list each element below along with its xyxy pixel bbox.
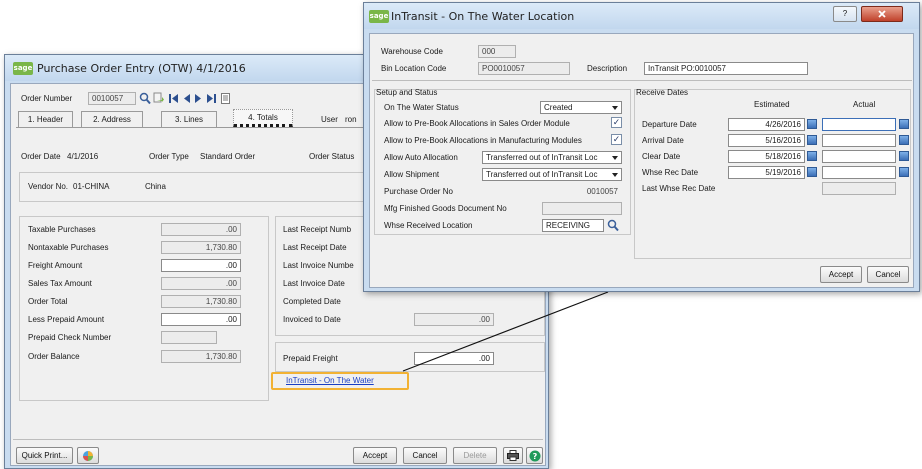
- prebook-so-label: Allow to Pre-Book Allocations in Sales O…: [384, 119, 570, 128]
- otw-cancel-button[interactable]: Cancel: [867, 266, 909, 283]
- purchase-order-no-value: 0010057: [542, 185, 622, 198]
- arrival-estimated-field[interactable]: 5/16/2016: [728, 134, 805, 147]
- warehouse-code-label: Warehouse Code: [381, 47, 443, 56]
- clear-estimated-field[interactable]: 5/18/2016: [728, 150, 805, 163]
- allow-shipment-value: Transferred out of InTransit Loc: [486, 170, 598, 179]
- auto-allocation-dropdown[interactable]: Transferred out of InTransit Loc: [482, 151, 622, 164]
- close-icon: [878, 10, 886, 18]
- estimated-header: Estimated: [754, 100, 790, 109]
- calendar-icon[interactable]: [899, 151, 909, 161]
- otw-location-window: sage InTransit - On The Water Location ?…: [363, 2, 920, 292]
- clear-actual-field[interactable]: [822, 150, 896, 163]
- purchase-order-no-label: Purchase Order No: [384, 187, 453, 196]
- sage-logo: sage: [369, 10, 389, 23]
- calendar-icon[interactable]: [807, 135, 817, 145]
- bin-location-code-field: PO0010057: [478, 62, 570, 75]
- description-field[interactable]: InTransit PO:0010057: [644, 62, 808, 75]
- otw-status-label: On The Water Status: [384, 103, 459, 112]
- allow-shipment-label: Allow Shipment: [384, 170, 440, 179]
- calendar-icon[interactable]: [807, 119, 817, 129]
- prebook-mfg-label: Allow to Pre-Book Allocations in Manufac…: [384, 136, 582, 145]
- departure-actual-field[interactable]: [822, 118, 896, 131]
- calendar-icon[interactable]: [899, 167, 909, 177]
- prebook-so-checkbox[interactable]: ✓: [611, 117, 622, 128]
- description-label: Description: [587, 64, 628, 73]
- prebook-mfg-checkbox[interactable]: ✓: [611, 134, 622, 145]
- otw-status-dropdown[interactable]: Created: [540, 101, 622, 114]
- departure-date-label: Departure Date: [642, 120, 697, 129]
- whse-received-location-field[interactable]: RECEIVING: [542, 219, 604, 232]
- last-whse-rec-actual-field: [822, 182, 896, 195]
- calendar-icon[interactable]: [899, 119, 909, 129]
- header-divider: [372, 80, 912, 81]
- actual-header: Actual: [853, 100, 876, 109]
- setup-status-title: Setup and Status: [376, 88, 438, 97]
- whse-rec-actual-field[interactable]: [822, 166, 896, 179]
- clear-date-label: Clear Date: [642, 152, 681, 161]
- calendar-icon[interactable]: [807, 167, 817, 177]
- window-close-button[interactable]: [861, 6, 903, 22]
- whse-received-location-label: Whse Received Location: [384, 221, 473, 230]
- window-help-button[interactable]: ?: [833, 6, 857, 22]
- dropdown-arrow-icon: [612, 173, 618, 177]
- whse-rec-date-label: Whse Rec Date: [642, 168, 699, 177]
- receive-dates-title: Receive Dates: [636, 88, 689, 97]
- auto-allocation-value: Transferred out of InTransit Loc: [486, 153, 598, 162]
- otw-client-area: Warehouse Code 000 Bin Location Code PO0…: [369, 33, 914, 288]
- lookup-icon[interactable]: [607, 219, 619, 232]
- auto-allocation-label: Allow Auto Allocation: [384, 153, 458, 162]
- last-whse-rec-date-label: Last Whse Rec Date: [642, 184, 716, 193]
- otw-window-title: InTransit - On The Water Location: [391, 10, 575, 23]
- otw-accept-button[interactable]: Accept: [820, 266, 862, 283]
- calendar-icon[interactable]: [899, 135, 909, 145]
- otw-status-value: Created: [544, 103, 573, 112]
- dropdown-arrow-icon: [612, 156, 618, 160]
- mfg-document-no-label: Mfg Finished Goods Document No: [384, 204, 507, 213]
- arrival-date-label: Arrival Date: [642, 136, 684, 145]
- warehouse-code-field: 000: [478, 45, 516, 58]
- departure-estimated-field[interactable]: 4/26/2016: [728, 118, 805, 131]
- bin-location-code-label: Bin Location Code: [381, 64, 447, 73]
- arrival-actual-field[interactable]: [822, 134, 896, 147]
- dropdown-arrow-icon: [612, 106, 618, 110]
- whse-rec-estimated-field[interactable]: 5/19/2016: [728, 166, 805, 179]
- allow-shipment-dropdown[interactable]: Transferred out of InTransit Loc: [482, 168, 622, 181]
- calendar-icon[interactable]: [807, 151, 817, 161]
- mfg-document-no-field: [542, 202, 622, 215]
